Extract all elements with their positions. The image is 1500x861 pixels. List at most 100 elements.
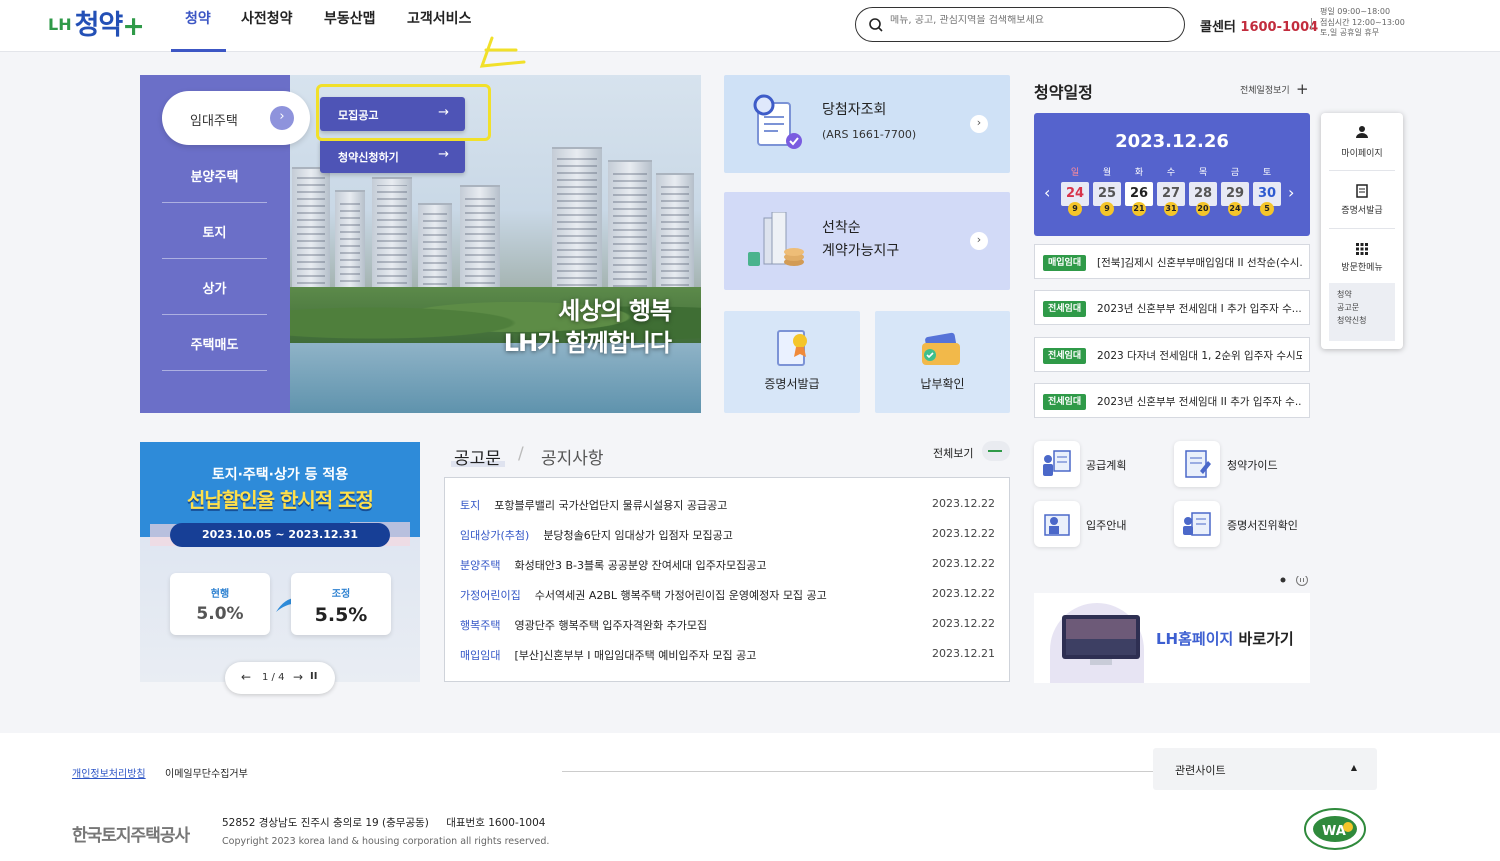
winner-lookup-card[interactable]: 당첨자조회 (ARS 1661-7700) › (724, 75, 1010, 173)
call-center: 콜센터 1600-1004 (1200, 20, 1319, 35)
tab-separator: / (518, 444, 524, 464)
quick-link-label[interactable]: 청약가이드 (1227, 457, 1278, 473)
payment-check-card[interactable]: 납부확인 (875, 311, 1010, 413)
site-logo[interactable]: LH 청약 + (48, 2, 145, 42)
hero-slogan-line2: LH가 함께합니다 (503, 329, 672, 357)
apply-subscription-button[interactable]: 청약신청하기 → (320, 139, 465, 173)
plus-icon[interactable]: + (1296, 80, 1309, 98)
tab-rental-housing[interactable]: 임대주택 › (162, 91, 310, 145)
view-all-link[interactable]: 전체보기 (933, 445, 973, 461)
card-label: 증명서발급 (764, 377, 820, 391)
web-accessibility-mark-icon: WA (1304, 808, 1366, 850)
subscription-guide-icon[interactable] (1174, 441, 1220, 487)
lh-homepage-banner[interactable]: LH홈페이지 바로가기 (1034, 593, 1310, 683)
tab-sale-housing[interactable]: 분양주택 (162, 166, 267, 185)
nav-item-cheongyak[interactable]: 청약 (185, 8, 211, 28)
announcement-category: 분양주택 (460, 559, 501, 572)
announcement-row[interactable]: 행복주택 영광단주 행복주택 입주자격완화 추가모집 2023.12.22 (460, 617, 995, 637)
view-all-toggle[interactable] (982, 441, 1010, 461)
pause-icon[interactable]: II (310, 671, 317, 682)
divider (1311, 18, 1312, 30)
operating-hours: 평일 09:00~18:00 점심시간 12:00~13:00 토,일 공휴일 … (1320, 7, 1405, 37)
divider (562, 771, 1154, 772)
weekday-label: 일 (1070, 168, 1080, 178)
hero-slogan-line1: 세상의 행복 (558, 297, 672, 325)
event-count-badge: 24 (1228, 202, 1242, 216)
supply-plan-icon[interactable] (1034, 441, 1080, 487)
promo-banner[interactable]: 토지·주택·상가 등 적용 선납할인율 한시적 조정 2023.10.05 ~ … (140, 442, 420, 682)
quick-certificate[interactable]: 증명서발급 (1321, 203, 1403, 216)
nav-item-pre-subscription[interactable]: 사전청약 (241, 8, 293, 28)
first-come-contract-card[interactable]: 선착순 계약가능지구 › (724, 192, 1010, 290)
tab-notices[interactable]: 공지사항 (541, 444, 604, 469)
announcement-title: 영광단주 행복주택 입주자격완화 추가모집 (514, 619, 708, 632)
tab-announcements[interactable]: 공고문 (454, 444, 501, 469)
arrow-right-icon[interactable]: → (293, 670, 303, 684)
pause-icon (1296, 576, 1308, 586)
notice-title: 2023년 신혼부부 전세임대 II 추가 입주자 수... (1097, 396, 1302, 408)
visited-link[interactable]: 청약신청 (1337, 314, 1387, 327)
chevron-right-icon: › (270, 106, 294, 130)
dot-icon (1280, 577, 1286, 583)
arrow-right-icon: → (438, 147, 449, 162)
nav-active-indicator (171, 49, 226, 52)
weekday-label: 수 (1166, 168, 1176, 178)
category-badge: 전세임대 (1043, 348, 1087, 364)
tab-housing-sale[interactable]: 주택매도 (162, 334, 267, 353)
related-sites-dropdown[interactable]: 관련사이트 ▲ (1153, 748, 1377, 790)
chevron-left-icon[interactable]: ‹ (1044, 183, 1050, 202)
user-icon (1356, 126, 1368, 138)
announcement-row[interactable]: 분양주택 화성태안3 B-3블록 공공분양 잔여세대 입주자모집공고 2023.1… (460, 557, 995, 577)
footer-address: 52852 경상남도 진주시 충의로 19 (충무공동) 대표번호 1600-1… (222, 817, 546, 829)
announcement-row[interactable]: 임대상가(추첨) 분당청솔6단지 임대상가 입점자 모집공고 2023.12.22 (460, 527, 995, 547)
schedule-notice-item[interactable]: 전세임대 2023 다자녀 전세임대 1, 2순위 입주자 수시모... (1034, 337, 1310, 372)
current-rate-box: 현행 5.0% (170, 573, 270, 635)
highlight-annotation-box (316, 84, 491, 141)
chevron-right-icon[interactable]: › (1288, 183, 1294, 202)
move-in-guide-icon[interactable] (1034, 501, 1080, 547)
privacy-policy-link[interactable]: 개인정보처리방침 (72, 765, 146, 780)
announcement-row[interactable]: 가정어린이집 수서역세권 A2BL 행복주택 가정어린이집 운영예정자 모집 공고… (460, 587, 995, 607)
view-all-schedule-link[interactable]: 전체일정보기 (1240, 83, 1290, 96)
nav-item-real-estate-map[interactable]: 부동산맵 (324, 8, 376, 28)
monitor-icon (1062, 615, 1140, 665)
email-refusal-link[interactable]: 이메일무단수집거부 (165, 765, 248, 780)
card-subtitle: (ARS 1661-7700) (822, 128, 917, 141)
search-input[interactable] (890, 15, 1170, 26)
visited-link[interactable]: 청약 (1337, 288, 1387, 301)
schedule-calendar: 2023.12.26 ‹ › 일 월 화 수 목 금 토 24 25 26 27… (1034, 113, 1310, 236)
tab-land[interactable]: 토지 (162, 222, 267, 241)
tab-commercial[interactable]: 상가 (162, 278, 267, 297)
building-coins-icon (748, 212, 804, 266)
announcement-category: 매입임대 (460, 649, 501, 662)
category-badge: 전세임대 (1043, 394, 1087, 410)
announcement-row[interactable]: 매입임대 [부산]신혼부부 I 매입임대주택 예비입주자 모집 공고 2023.1… (460, 647, 995, 667)
quick-visited-menu[interactable]: 방문한메뉴 (1321, 260, 1403, 273)
quick-link-label[interactable]: 입주안내 (1086, 517, 1126, 533)
search-icon[interactable] (868, 17, 884, 33)
slider-indicator (1280, 576, 1308, 586)
card-title-line1: 선착순 (822, 220, 861, 236)
quick-my-page[interactable]: 마이페이지 (1321, 146, 1403, 159)
certificate-verification-icon[interactable] (1174, 501, 1220, 547)
arrow-left-icon[interactable]: ← (241, 670, 251, 684)
chevron-right-icon: › (970, 232, 988, 250)
certificate-issue-card[interactable]: 증명서발급 (724, 311, 860, 413)
weekday-label: 화 (1134, 168, 1144, 178)
event-count-badge: 9 (1068, 202, 1082, 216)
schedule-notice-item[interactable]: 매입임대 [전북]김제시 신혼부부매입임대 II 선착순(수시... (1034, 244, 1310, 279)
schedule-notice-item[interactable]: 전세임대 2023년 신혼부부 전세임대 I 추가 입주자 수... (1034, 290, 1310, 325)
announcement-row[interactable]: 토지 포항블루밸리 국가산업단지 물류시설용지 공급공고 2023.12.22 (460, 497, 995, 517)
announcement-title: 화성태안3 B-3블록 공공분양 잔여세대 입주자모집공고 (514, 559, 767, 572)
divider (162, 314, 267, 315)
card-title: 당첨자조회 (822, 102, 887, 118)
announcement-date: 2023.12.22 (932, 527, 995, 540)
notice-title: [전북]김제시 신혼부부매입임대 II 선착순(수시... (1097, 257, 1302, 269)
quick-link-label[interactable]: 증명서진위확인 (1227, 517, 1298, 533)
nav-item-customer-service[interactable]: 고객서비스 (407, 8, 471, 28)
toggle-icon (988, 450, 1002, 452)
quick-link-label[interactable]: 공급계획 (1086, 457, 1126, 473)
visited-link[interactable]: 공고문 (1337, 301, 1387, 314)
search-box[interactable] (855, 7, 1185, 42)
schedule-notice-item[interactable]: 전세임대 2023년 신혼부부 전세임대 II 추가 입주자 수... (1034, 383, 1310, 418)
